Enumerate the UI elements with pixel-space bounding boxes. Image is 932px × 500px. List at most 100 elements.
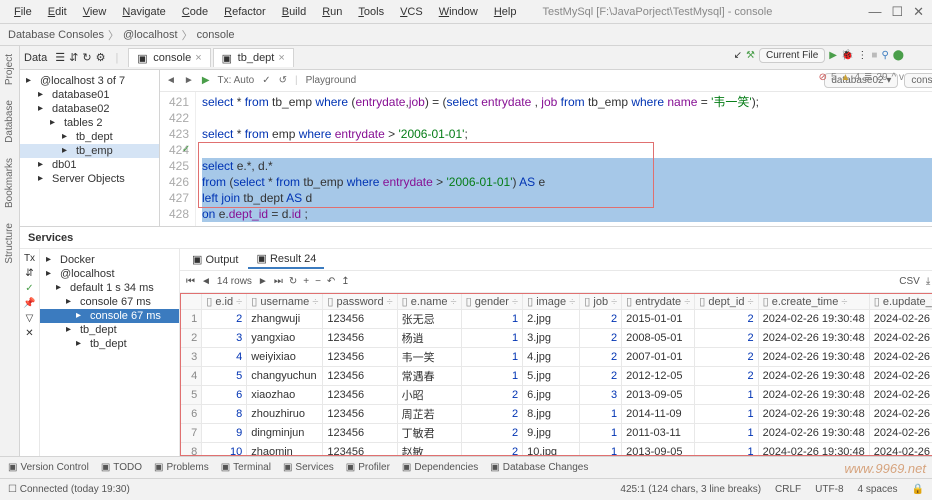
close-tab-icon[interactable]: × bbox=[195, 52, 201, 64]
services-tree-node[interactable]: ▸ @localhost bbox=[40, 267, 179, 281]
weak-warning-icon[interactable]: ≣ bbox=[864, 72, 872, 83]
toolwindow-todo[interactable]: ▣ TODO bbox=[101, 462, 142, 473]
editor-tab-tb_dept[interactable]: ▣tb_dept × bbox=[213, 48, 294, 67]
toolwindow-terminal[interactable]: ▣ Terminal bbox=[221, 462, 271, 473]
next-icon[interactable]: ► bbox=[184, 75, 194, 86]
table-row[interactable]: 45changyuchun123456常遇春15.jpg22012-12-052… bbox=[181, 367, 932, 386]
collapse-icon[interactable]: ⇵ bbox=[69, 51, 78, 64]
column-header[interactable]: ▯ gender ÷ bbox=[461, 294, 522, 310]
tree-node[interactable]: ▸ tb_emp bbox=[20, 144, 159, 158]
tree-node[interactable]: ▸ database02 bbox=[20, 102, 159, 116]
error-icon[interactable]: ⊘ bbox=[819, 72, 827, 83]
stripe-database[interactable]: Database bbox=[4, 100, 15, 143]
prev-page-icon[interactable]: ◄ bbox=[201, 276, 211, 287]
column-header[interactable]: ▯ e.id ÷ bbox=[202, 294, 247, 310]
output-tab-result-24[interactable]: ▣ Result 24 bbox=[248, 250, 324, 269]
reload-icon[interactable]: ↻ bbox=[289, 276, 297, 287]
minimize-icon[interactable]: — bbox=[868, 4, 881, 20]
status-caret[interactable]: 425:1 (124 chars, 3 line breaks) bbox=[620, 484, 761, 495]
services-tree-node[interactable]: ▸ default 1 s 34 ms bbox=[40, 281, 179, 295]
tx-mode[interactable]: Tx: Auto bbox=[218, 75, 255, 86]
more-run-icon[interactable]: ⋮ bbox=[857, 50, 867, 61]
apply-icon[interactable]: ✓ bbox=[25, 283, 33, 294]
first-page-icon[interactable]: ⏮ bbox=[186, 276, 195, 287]
menu-view[interactable]: View bbox=[77, 4, 113, 20]
table-row[interactable]: 23yangxiao123456杨逍13.jpg22008-05-0122024… bbox=[181, 329, 932, 348]
toolwindow-dependencies[interactable]: ▣ Dependencies bbox=[402, 462, 478, 473]
menu-edit[interactable]: Edit bbox=[42, 4, 73, 20]
expand-icon[interactable]: ↙ bbox=[734, 50, 742, 61]
close-icon[interactable]: ✕ bbox=[913, 4, 924, 20]
tree-node[interactable]: ▸ tables 2 bbox=[20, 116, 159, 130]
table-row[interactable]: 56xiaozhao123456小昭26.jpg32013-09-0512024… bbox=[181, 386, 932, 405]
column-header[interactable]: ▯ dept_id ÷ bbox=[695, 294, 758, 310]
stop-icon[interactable]: ■ bbox=[871, 50, 877, 61]
add-row-icon[interactable]: + bbox=[303, 276, 309, 287]
table-row[interactable]: 68zhouzhiruo123456周芷若28.jpg12014-11-0912… bbox=[181, 405, 932, 424]
breadcrumb-item[interactable]: console bbox=[197, 29, 235, 41]
collapse-all-icon[interactable]: ⇵ bbox=[25, 268, 33, 279]
stripe-bookmarks[interactable]: Bookmarks bbox=[4, 158, 15, 208]
status-eol[interactable]: CRLF bbox=[775, 484, 801, 495]
pin-icon[interactable]: 📌 bbox=[23, 298, 35, 309]
close-tab-icon[interactable]: × bbox=[278, 52, 284, 64]
menu-navigate[interactable]: Navigate bbox=[116, 4, 171, 20]
refresh-icon[interactable]: ↻ bbox=[82, 51, 91, 64]
column-header[interactable]: ▯ password ÷ bbox=[323, 294, 397, 310]
menu-code[interactable]: Code bbox=[176, 4, 214, 20]
prev-icon[interactable]: ◄ bbox=[166, 75, 176, 86]
toolwindow-problems[interactable]: ▣ Problems bbox=[154, 462, 209, 473]
column-header[interactable]: ▯ e.update_time ÷ bbox=[869, 294, 932, 310]
column-header[interactable]: ▯ image ÷ bbox=[523, 294, 580, 310]
hammer-icon[interactable]: ⚒ bbox=[746, 50, 755, 61]
menu-build[interactable]: Build bbox=[276, 4, 312, 20]
services-tree-node[interactable]: ▸ tb_dept bbox=[40, 323, 179, 337]
toolwindow-version-control[interactable]: ▣ Version Control bbox=[8, 462, 89, 473]
run-gutter-icon[interactable]: ✓ bbox=[182, 144, 190, 155]
breadcrumb-item[interactable]: @localhost bbox=[123, 29, 178, 41]
schema-selector[interactable]: console ▾ bbox=[904, 73, 932, 88]
column-header[interactable]: ▯ e.create_time ÷ bbox=[758, 294, 869, 310]
submit-icon[interactable]: ↥ bbox=[341, 276, 349, 287]
table-row[interactable]: 12zhangwuji123456张无忌12.jpg22015-01-01220… bbox=[181, 310, 932, 329]
tree-node[interactable]: ▸ tb_dept bbox=[20, 130, 159, 144]
debug-icon[interactable]: 🐞 bbox=[841, 50, 853, 61]
settings-icon[interactable]: ⚙ bbox=[96, 51, 106, 64]
run-query-icon[interactable]: ▶ bbox=[202, 75, 210, 86]
nav-chevrons[interactable]: ^ v bbox=[892, 72, 904, 83]
menu-file[interactable]: File bbox=[8, 4, 38, 20]
stripe-structure[interactable]: Structure bbox=[4, 223, 15, 264]
filter-svc-icon[interactable]: ▽ bbox=[26, 313, 34, 324]
column-header[interactable]: ▯ username ÷ bbox=[247, 294, 323, 310]
playground-label[interactable]: Playground bbox=[306, 75, 357, 86]
revert-icon[interactable]: ↶ bbox=[327, 276, 335, 287]
breadcrumb-item[interactable]: Database Consoles bbox=[8, 29, 104, 41]
filter-icon[interactable]: ☰ bbox=[55, 51, 65, 64]
status-indent[interactable]: 4 spaces bbox=[858, 484, 898, 495]
output-tab-output[interactable]: ▣ Output bbox=[184, 251, 246, 268]
tree-node[interactable]: ▸ database01 bbox=[20, 88, 159, 102]
table-row[interactable]: 34weiyixiao123456韦一笑14.jpg22007-01-01220… bbox=[181, 348, 932, 367]
ide-updates-icon[interactable]: ⬤ bbox=[893, 50, 904, 61]
menu-window[interactable]: Window bbox=[433, 4, 484, 20]
column-header[interactable]: ▯ entrydate ÷ bbox=[622, 294, 695, 310]
services-tree-node[interactable]: ▸ tb_dept bbox=[40, 337, 179, 351]
maximize-icon[interactable]: ☐ bbox=[891, 4, 903, 20]
menu-tools[interactable]: Tools bbox=[352, 4, 390, 20]
services-tree-node[interactable]: ▸ Docker bbox=[40, 253, 179, 267]
stop-svc-icon[interactable]: ✕ bbox=[25, 328, 33, 339]
last-page-icon[interactable]: ⏭ bbox=[274, 276, 283, 287]
editor-tab-console[interactable]: ▣console × bbox=[128, 48, 210, 67]
menu-run[interactable]: Run bbox=[316, 4, 348, 20]
status-encoding[interactable]: UTF-8 bbox=[815, 484, 843, 495]
tree-node[interactable]: ▸ Server Objects bbox=[20, 172, 159, 186]
tree-node[interactable]: ▸ @localhost 3 of 7 bbox=[20, 74, 159, 88]
export-icon[interactable]: ⤓ bbox=[926, 276, 930, 287]
tx-icon[interactable]: Tx bbox=[24, 253, 35, 264]
table-row[interactable]: 79dingminjun123456丁敏君29.jpg12011-03-1112… bbox=[181, 424, 932, 443]
status-lock-icon[interactable]: 🔒 bbox=[912, 484, 924, 495]
services-tree-node[interactable]: ▸ console 67 ms bbox=[40, 295, 179, 309]
next-page-icon[interactable]: ► bbox=[258, 276, 268, 287]
remove-row-icon[interactable]: − bbox=[315, 276, 321, 287]
search-icon[interactable]: ⚲ bbox=[881, 50, 888, 61]
